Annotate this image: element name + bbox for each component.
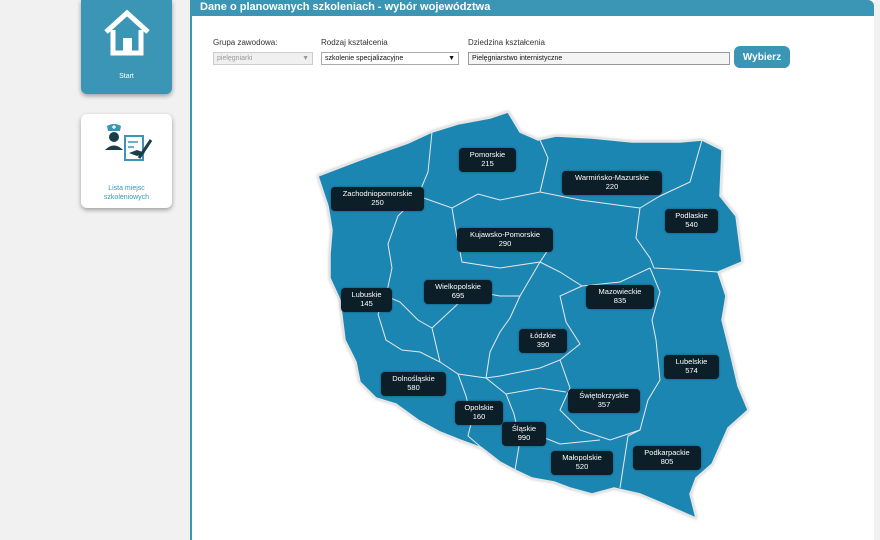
region-value: 835	[613, 296, 627, 305]
region-label[interactable]: Małopolskie 520	[551, 451, 613, 475]
region-value: 540	[685, 220, 698, 229]
region-label[interactable]: Dolnośląskie 580	[381, 372, 446, 396]
region-label[interactable]: Warmińsko-Mazurskie 220	[562, 171, 662, 195]
region-label[interactable]: Mazowieckie 835	[586, 285, 654, 309]
region-label[interactable]: Wielkopolskie 695	[424, 280, 492, 304]
region-name: Opolskie	[464, 403, 494, 412]
region-label[interactable]: Opolskie 160	[455, 401, 503, 425]
region-value: 160	[472, 412, 486, 421]
region-name: Kujawsko-Pomorskie	[469, 230, 541, 239]
region-value: 390	[536, 340, 550, 349]
poland-map	[317, 111, 749, 520]
region-label[interactable]: Lubuskie 145	[341, 288, 392, 312]
region-name: Lubelskie	[675, 357, 708, 366]
region-name: Warmińsko-Mazurskie	[575, 173, 649, 182]
region-name: Śląskie	[511, 424, 537, 433]
region-label[interactable]: Pomorskie 215	[459, 148, 516, 172]
region-label[interactable]: Podlaskie 540	[665, 209, 718, 233]
region-value: 290	[498, 239, 512, 248]
region-label[interactable]: Świętokrzyskie 357	[568, 389, 640, 413]
region-label[interactable]: Kujawsko-Pomorskie 290	[457, 228, 553, 252]
region-label[interactable]: Łódzkie 390	[519, 329, 567, 353]
region-value: 357	[597, 400, 611, 409]
region-value: 580	[407, 383, 420, 392]
region-name: Zachodniopomorskie	[342, 189, 413, 198]
region-name: Mazowieckie	[598, 287, 642, 296]
region-label[interactable]: Lubelskie 574	[664, 355, 719, 379]
region-label[interactable]: Zachodniopomorskie 250	[331, 187, 424, 211]
region-value: 520	[575, 462, 589, 471]
region-name: Podlaskie	[675, 211, 708, 220]
region-name: Małopolskie	[562, 453, 602, 462]
region-value: 805	[660, 457, 674, 466]
region-name: Lubuskie	[351, 290, 382, 299]
region-value: 145	[360, 299, 373, 308]
region-name: Łódzkie	[530, 331, 556, 340]
region-value: 220	[605, 182, 619, 191]
region-name: Świętokrzyskie	[579, 391, 629, 400]
region-value: 990	[517, 433, 531, 442]
region-name: Dolnośląskie	[392, 374, 435, 383]
region-label[interactable]: Śląskie 990	[502, 422, 546, 446]
region-value: 250	[371, 198, 384, 207]
region-value: 574	[685, 366, 698, 375]
region-name: Wielkopolskie	[435, 282, 481, 291]
region-name: Podkarpackie	[644, 448, 690, 457]
region-name: Pomorskie	[469, 150, 506, 159]
region-value: 695	[451, 291, 465, 300]
region-label[interactable]: Podkarpackie 805	[633, 446, 701, 470]
region-value: 215	[481, 159, 494, 168]
